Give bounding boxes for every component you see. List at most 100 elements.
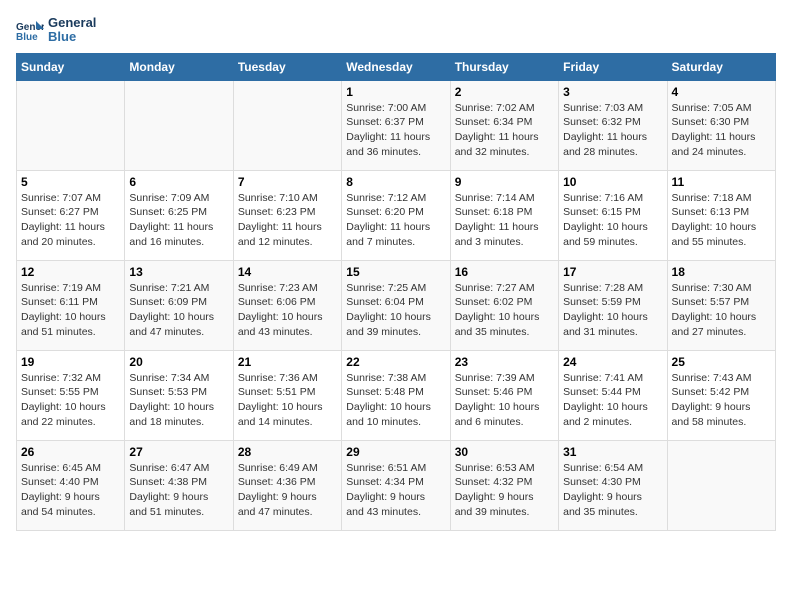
day-number: 25 [672, 355, 771, 369]
day-info: Sunrise: 7:28 AM Sunset: 5:59 PM Dayligh… [563, 281, 662, 340]
day-number: 4 [672, 85, 771, 99]
day-info: Sunrise: 6:49 AM Sunset: 4:36 PM Dayligh… [238, 461, 337, 520]
logo: General Blue General Blue [16, 16, 96, 45]
day-number: 16 [455, 265, 554, 279]
calendar-cell: 20Sunrise: 7:34 AM Sunset: 5:53 PM Dayli… [125, 350, 233, 440]
day-number: 15 [346, 265, 445, 279]
calendar-cell: 22 Sunrise: 7:38 AM Sunset: 5:48 PM Dayli… [342, 350, 450, 440]
day-number: 27 [129, 445, 228, 459]
day-info: Sunrise: 7:38 AM Sunset: 5:48 PM Dayligh… [346, 371, 445, 430]
calendar-cell: 3Sunrise: 7:03 AM Sunset: 6:32 PM Daylig… [559, 80, 667, 170]
calendar-cell: 23 Sunrise: 7:39 AM Sunset: 5:46 PM Dayli… [450, 350, 558, 440]
day-info: Sunrise: 7:19 AM Sunset: 6:11 PM Dayligh… [21, 281, 120, 340]
day-number: 9 [455, 175, 554, 189]
day-number: 6 [129, 175, 228, 189]
calendar-cell: 27 Sunrise: 6:47 AM Sunset: 4:38 PM Dayli… [125, 440, 233, 530]
day-info: Sunrise: 7:09 AM Sunset: 6:25 PM Dayligh… [129, 191, 228, 250]
day-number: 12 [21, 265, 120, 279]
day-info: Sunrise: 7:02 AM Sunset: 6:34 PM Dayligh… [455, 101, 554, 160]
calendar-cell: 24Sunrise: 7:41 AM Sunset: 5:44 PM Dayli… [559, 350, 667, 440]
day-info: Sunrise: 7:10 AM Sunset: 6:23 PM Dayligh… [238, 191, 337, 250]
calendar-cell: 31Sunrise: 6:54 AM Sunset: 4:30 PM Dayli… [559, 440, 667, 530]
calendar-cell: 15 Sunrise: 7:25 AM Sunset: 6:04 PM Dayli… [342, 260, 450, 350]
calendar-cell: 13 Sunrise: 7:21 AM Sunset: 6:09 PM Dayli… [125, 260, 233, 350]
calendar-cell: 16 Sunrise: 7:27 AM Sunset: 6:02 PM Dayli… [450, 260, 558, 350]
day-info: Sunrise: 7:05 AM Sunset: 6:30 PM Dayligh… [672, 101, 771, 160]
day-info: Sunrise: 7:30 AM Sunset: 5:57 PM Dayligh… [672, 281, 771, 340]
day-number: 18 [672, 265, 771, 279]
calendar-cell [17, 80, 125, 170]
day-info: Sunrise: 7:18 AM Sunset: 6:13 PM Dayligh… [672, 191, 771, 250]
header-thursday: Thursday [450, 53, 558, 80]
day-info: Sunrise: 7:27 AM Sunset: 6:02 PM Dayligh… [455, 281, 554, 340]
calendar-cell [233, 80, 341, 170]
day-info: Sunrise: 7:03 AM Sunset: 6:32 PM Dayligh… [563, 101, 662, 160]
day-info: Sunrise: 7:36 AM Sunset: 5:51 PM Dayligh… [238, 371, 337, 430]
day-number: 22 [346, 355, 445, 369]
logo-blue: Blue [48, 30, 96, 44]
day-info: Sunrise: 7:43 AM Sunset: 5:42 PM Dayligh… [672, 371, 771, 430]
day-info: Sunrise: 6:45 AM Sunset: 4:40 PM Dayligh… [21, 461, 120, 520]
calendar-body: 1Sunrise: 7:00 AM Sunset: 6:37 PM Daylig… [17, 80, 776, 530]
day-info: Sunrise: 7:12 AM Sunset: 6:20 PM Dayligh… [346, 191, 445, 250]
day-info: Sunrise: 6:51 AM Sunset: 4:34 PM Dayligh… [346, 461, 445, 520]
calendar-cell: 1Sunrise: 7:00 AM Sunset: 6:37 PM Daylig… [342, 80, 450, 170]
header-tuesday: Tuesday [233, 53, 341, 80]
day-info: Sunrise: 7:14 AM Sunset: 6:18 PM Dayligh… [455, 191, 554, 250]
day-number: 28 [238, 445, 337, 459]
calendar-cell: 14 Sunrise: 7:23 AM Sunset: 6:06 PM Dayli… [233, 260, 341, 350]
calendar-week-4: 19 Sunrise: 7:32 AM Sunset: 5:55 PM Dayli… [17, 350, 776, 440]
day-info: Sunrise: 6:54 AM Sunset: 4:30 PM Dayligh… [563, 461, 662, 520]
calendar-table: SundayMondayTuesdayWednesdayThursdayFrid… [16, 53, 776, 531]
day-info: Sunrise: 7:23 AM Sunset: 6:06 PM Dayligh… [238, 281, 337, 340]
day-number: 7 [238, 175, 337, 189]
calendar-header: SundayMondayTuesdayWednesdayThursdayFrid… [17, 53, 776, 80]
calendar-cell: 7 Sunrise: 7:10 AM Sunset: 6:23 PM Daylig… [233, 170, 341, 260]
day-number: 8 [346, 175, 445, 189]
day-info: Sunrise: 6:53 AM Sunset: 4:32 PM Dayligh… [455, 461, 554, 520]
day-number: 2 [455, 85, 554, 99]
day-number: 29 [346, 445, 445, 459]
calendar-cell: 28 Sunrise: 6:49 AM Sunset: 4:36 PM Dayli… [233, 440, 341, 530]
calendar-cell [667, 440, 775, 530]
day-number: 11 [672, 175, 771, 189]
day-info: Sunrise: 7:41 AM Sunset: 5:44 PM Dayligh… [563, 371, 662, 430]
day-number: 23 [455, 355, 554, 369]
day-number: 26 [21, 445, 120, 459]
calendar-cell: 12 Sunrise: 7:19 AM Sunset: 6:11 PM Dayli… [17, 260, 125, 350]
calendar-cell: 19 Sunrise: 7:32 AM Sunset: 5:55 PM Dayli… [17, 350, 125, 440]
calendar-cell: 26 Sunrise: 6:45 AM Sunset: 4:40 PM Dayli… [17, 440, 125, 530]
day-info: Sunrise: 7:32 AM Sunset: 5:55 PM Dayligh… [21, 371, 120, 430]
calendar-cell: 11 Sunrise: 7:18 AM Sunset: 6:13 PM Dayli… [667, 170, 775, 260]
header-monday: Monday [125, 53, 233, 80]
day-info: Sunrise: 7:25 AM Sunset: 6:04 PM Dayligh… [346, 281, 445, 340]
calendar-cell: 2 Sunrise: 7:02 AM Sunset: 6:34 PM Daylig… [450, 80, 558, 170]
day-number: 14 [238, 265, 337, 279]
day-number: 19 [21, 355, 120, 369]
day-number: 21 [238, 355, 337, 369]
day-info: Sunrise: 6:47 AM Sunset: 4:38 PM Dayligh… [129, 461, 228, 520]
header-friday: Friday [559, 53, 667, 80]
day-info: Sunrise: 7:21 AM Sunset: 6:09 PM Dayligh… [129, 281, 228, 340]
calendar-cell: 17 Sunrise: 7:28 AM Sunset: 5:59 PM Dayli… [559, 260, 667, 350]
calendar-cell: 9 Sunrise: 7:14 AM Sunset: 6:18 PM Daylig… [450, 170, 558, 260]
day-info: Sunrise: 7:34 AM Sunset: 5:53 PM Dayligh… [129, 371, 228, 430]
calendar-cell: 25 Sunrise: 7:43 AM Sunset: 5:42 PM Dayli… [667, 350, 775, 440]
day-number: 13 [129, 265, 228, 279]
calendar-week-5: 26 Sunrise: 6:45 AM Sunset: 4:40 PM Dayli… [17, 440, 776, 530]
day-number: 5 [21, 175, 120, 189]
calendar-cell: 4 Sunrise: 7:05 AM Sunset: 6:30 PM Daylig… [667, 80, 775, 170]
day-info: Sunrise: 7:39 AM Sunset: 5:46 PM Dayligh… [455, 371, 554, 430]
calendar-cell: 21 Sunrise: 7:36 AM Sunset: 5:51 PM Dayli… [233, 350, 341, 440]
calendar-cell: 30 Sunrise: 6:53 AM Sunset: 4:32 PM Dayli… [450, 440, 558, 530]
day-number: 17 [563, 265, 662, 279]
calendar-cell: 29 Sunrise: 6:51 AM Sunset: 4:34 PM Dayli… [342, 440, 450, 530]
day-number: 1 [346, 85, 445, 99]
header-saturday: Saturday [667, 53, 775, 80]
calendar-cell: 18 Sunrise: 7:30 AM Sunset: 5:57 PM Dayli… [667, 260, 775, 350]
day-info: Sunrise: 7:07 AM Sunset: 6:27 PM Dayligh… [21, 191, 120, 250]
calendar-week-3: 12 Sunrise: 7:19 AM Sunset: 6:11 PM Dayli… [17, 260, 776, 350]
calendar-cell [125, 80, 233, 170]
day-number: 30 [455, 445, 554, 459]
day-info: Sunrise: 7:16 AM Sunset: 6:15 PM Dayligh… [563, 191, 662, 250]
